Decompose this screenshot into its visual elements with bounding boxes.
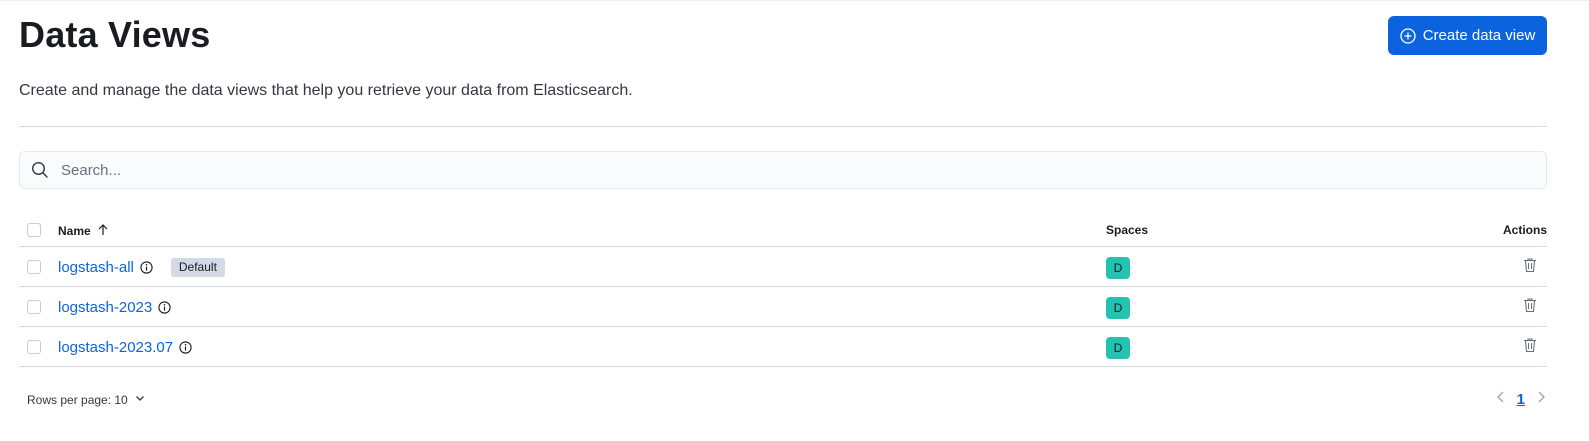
space-avatar[interactable]: D	[1106, 297, 1130, 319]
name-column-header[interactable]: Name	[58, 223, 109, 239]
create-data-view-label: Create data view	[1422, 27, 1536, 44]
name-column-label: Name	[58, 224, 91, 238]
name-cell: logstash-2023.07	[58, 327, 192, 367]
info-icon[interactable]	[140, 260, 153, 274]
table-footer: Rows per page: 10 1	[19, 388, 1547, 412]
chevron-down-icon	[134, 392, 146, 407]
delete-button[interactable]	[1520, 337, 1540, 357]
page-title: Data Views	[19, 14, 211, 55]
chevron-right-icon	[1535, 389, 1547, 410]
actions-column-header: Actions	[1502, 223, 1547, 237]
select-all-checkbox[interactable]	[27, 223, 41, 237]
data-view-link[interactable]: logstash-all	[58, 259, 134, 276]
page-header: Data Views Create data view Create and m…	[19, 0, 1547, 99]
info-icon[interactable]	[179, 340, 192, 354]
info-icon[interactable]	[158, 300, 171, 314]
search-input[interactable]	[59, 151, 1546, 189]
header-divider	[19, 126, 1547, 127]
create-data-view-button[interactable]: Create data view	[1388, 16, 1547, 55]
search-icon	[31, 161, 49, 179]
space-avatar[interactable]: D	[1106, 337, 1130, 359]
name-cell: logstash-2023	[58, 287, 171, 327]
data-view-link[interactable]: logstash-2023.07	[58, 339, 173, 356]
page-description: Create and manage the data views that he…	[19, 82, 633, 99]
data-views-page: Data Views Create data view Create and m…	[0, 0, 1589, 441]
delete-button[interactable]	[1520, 257, 1540, 277]
table-row: logstash-2023 D	[19, 287, 1547, 327]
rows-per-page-button[interactable]: Rows per page: 10	[27, 392, 146, 407]
page-1-button[interactable]: 1	[1517, 391, 1525, 408]
data-views-table: Name Spaces Actions logstash-all Default…	[19, 212, 1547, 367]
search-bar	[19, 151, 1547, 189]
table-row: logstash-all Default D	[19, 247, 1547, 287]
previous-page-button[interactable]	[1495, 389, 1507, 410]
next-page-button[interactable]	[1535, 389, 1547, 410]
row-checkbox[interactable]	[27, 300, 41, 314]
pagination: 1	[1495, 389, 1547, 410]
default-badge: Default	[170, 257, 225, 277]
name-cell: logstash-all Default	[58, 247, 225, 287]
row-checkbox[interactable]	[27, 260, 41, 274]
data-view-link[interactable]: logstash-2023	[58, 299, 152, 316]
spaces-column-header: Spaces	[1106, 223, 1149, 237]
plus-circle-icon	[1400, 27, 1416, 44]
row-checkbox[interactable]	[27, 340, 41, 354]
trash-icon	[1522, 337, 1538, 358]
chevron-left-icon	[1495, 389, 1507, 410]
table-header-row: Name Spaces Actions	[19, 212, 1547, 247]
rows-per-page-label: Rows per page: 10	[27, 392, 128, 407]
table-row: logstash-2023.07 D	[19, 327, 1547, 367]
trash-icon	[1522, 297, 1538, 318]
trash-icon	[1522, 257, 1538, 278]
delete-button[interactable]	[1520, 297, 1540, 317]
sort-ascending-icon	[97, 223, 109, 239]
space-avatar[interactable]: D	[1106, 257, 1130, 279]
